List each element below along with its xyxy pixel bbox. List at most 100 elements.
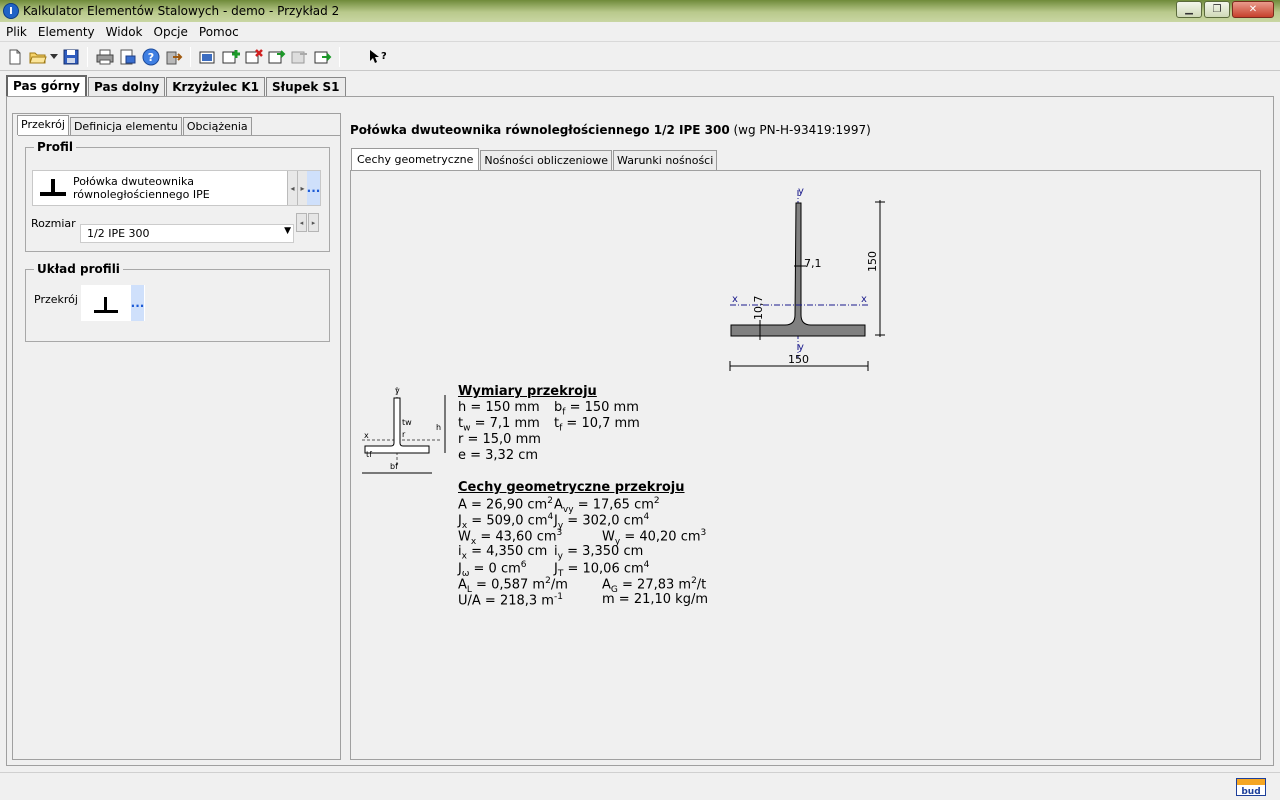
prop-mass: m = 21,10 kg/m [602,592,708,607]
close-button[interactable]: ✕ [1232,1,1274,18]
menu-bar: Plik Elementy Widok Opcje Pomoc [0,22,1280,42]
profile-name: Połówka dwuteownika równoległościennego … [73,175,273,201]
profile-selector[interactable]: Połówka dwuteownika równoległościennego … [32,170,321,206]
element-tabs: Pas górny Pas dolny Krzyżulec K1 Słupek … [6,75,347,97]
size-prev-button[interactable]: ◂ [296,213,307,232]
tab-krzyzulec-k1[interactable]: Krzyżulec K1 [166,77,265,96]
tee-layout-icon [94,297,118,313]
tab-warunki-nosnosci[interactable]: Warunki nośności [613,150,718,170]
dim-bf-label: 150 [788,353,809,366]
logo-text: bud [1241,787,1260,795]
profil-group-title: Profil [34,140,76,154]
menu-elementy[interactable]: Elementy [32,25,100,39]
profil-group: Profil Połówka dwuteownika równoległości… [25,140,330,252]
layout-selector[interactable]: ... [81,285,145,321]
section-heading-norm: (wg PN-H-93419:1997) [729,123,871,137]
chevron-down-icon[interactable]: ▼ [284,226,291,236]
profile-name-line1: Połówka dwuteownika [73,175,194,188]
dims-title: Wymiary przekroju [458,384,597,399]
toolbar: ? ? [0,43,1280,71]
x-axis-label-left: x [732,294,738,305]
dim-bf: bf = 150 mm [554,400,639,418]
profile-prev-button[interactable]: ◂ [287,171,297,205]
props-title: Cechy geometryczne przekroju [458,480,685,495]
prop-ua: U/A = 218,3 m-1 [458,592,563,609]
dim-r: r = 15,0 mm [458,432,541,447]
tee-profile-icon [40,179,66,196]
rozmiar-label: Rozmiar [31,217,76,230]
size-next-button[interactable]: ▸ [308,213,319,232]
uklad-group-title: Układ profili [34,262,123,276]
save-icon[interactable] [59,46,82,68]
new-file-icon[interactable] [3,46,26,68]
toolbar-separator [87,46,88,67]
prop-ix: ix = 4,350 cm [458,544,548,562]
svg-text:?: ? [381,51,386,62]
tab-pas-dolny[interactable]: Pas dolny [88,77,166,96]
window-title: Kalkulator Elementów Stalowych - demo - … [23,4,340,18]
schematic-tf-label: tf [366,450,372,459]
context-help-icon[interactable]: ? [365,46,388,68]
toolbar-separator [190,46,191,67]
schematic-x-label: x [364,431,369,440]
prop-iy: iy = 3,350 cm [554,544,644,562]
left-tabs: Przekrój Definicja elementu Obciążenia [17,115,253,135]
profile-name-line2: równoległościennego IPE [73,188,210,201]
section-heading: Połówka dwuteownika równoległościennego … [350,123,871,137]
x-axis-label-right: x [861,294,867,305]
uklad-profili-group: Układ profili Przekrój ... [25,262,330,342]
schematic-r-label: r [402,430,406,439]
tab-cechy-geometryczne[interactable]: Cechy geometryczne [351,148,480,170]
element-disabled-icon[interactable] [288,46,311,68]
menu-opcje[interactable]: Opcje [148,25,193,39]
dim-tf: tf = 10,7 mm [554,416,640,434]
tab-nosnosci-obliczeniowe[interactable]: Nośności obliczeniowe [480,150,613,170]
window-controls: ▁ ❐ ✕ [1176,1,1274,18]
tab-obciazenia[interactable]: Obciążenia [182,117,252,135]
help-icon[interactable]: ? [139,46,162,68]
size-value: 1/2 IPE 300 [87,227,150,240]
dim-h-label: 150 [866,251,879,272]
title-bar: I Kalkulator Elementów Stalowych - demo … [0,0,1280,22]
dim-tf-label: 10,7 [752,296,765,321]
menu-widok[interactable]: Widok [100,25,148,39]
maximize-button[interactable]: ❐ [1204,1,1230,18]
export-icon[interactable] [162,46,185,68]
element-icon[interactable] [196,46,219,68]
schematic-h-label: h [436,423,441,432]
menu-pomoc[interactable]: Pomoc [193,25,244,39]
print-preview-icon[interactable] [116,46,139,68]
app-icon: I [3,3,19,19]
tab-slupek-s1[interactable]: Słupek S1 [265,77,346,96]
section-drawing: x x y y 150 150 7,1 10,7 [729,186,885,371]
schematic-y-label: y [395,386,400,395]
size-combo[interactable]: 1/2 IPE 300 ▼ [80,224,294,243]
right-tabs: Cechy geometryczne Nośności obliczeniowe… [351,148,718,170]
delete-element-icon[interactable] [242,46,265,68]
minimize-button[interactable]: ▁ [1176,1,1202,18]
tab-definicja-elementu[interactable]: Definicja elementu [69,117,182,135]
dim-h: h = 150 mm [458,400,540,415]
export-element-icon[interactable] [311,46,334,68]
y-axis-label-bottom: y [798,342,804,353]
layout-more-button[interactable]: ... [131,285,144,321]
dropdown-arrow-icon[interactable] [49,46,59,68]
dim-tw: tw = 7,1 mm [458,416,540,434]
toolbar-separator [339,46,340,67]
copy-element-icon[interactable] [265,46,288,68]
dim-tw-label: 7,1 [804,257,822,270]
profile-more-button[interactable]: ... [307,171,320,205]
tab-pas-gorny[interactable]: Pas górny [6,75,88,96]
tab-przekroj[interactable]: Przekrój [17,115,69,135]
prop-a: A = 26,90 cm2 [458,496,553,513]
status-bar: bud [0,772,1280,800]
svg-text:?: ? [147,51,153,64]
print-icon[interactable] [93,46,116,68]
open-folder-icon[interactable] [26,46,49,68]
uklad-przekroj-label: Przekrój [34,293,78,306]
schematic-tw-label: tw [402,418,412,427]
add-element-icon[interactable] [219,46,242,68]
menu-plik[interactable]: Plik [0,25,32,39]
intersoft-logo: bud [1236,778,1266,797]
profile-next-button[interactable]: ▸ [297,171,307,205]
